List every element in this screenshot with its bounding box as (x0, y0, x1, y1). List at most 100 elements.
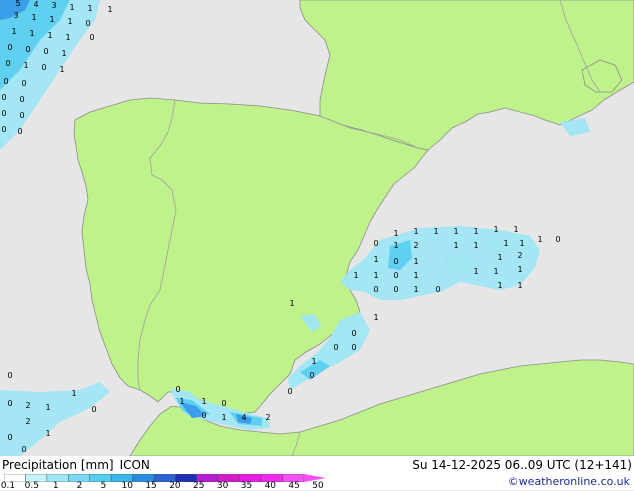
precip-value-label: 1 (311, 357, 316, 366)
precip-value-label: 3 (13, 11, 18, 20)
legend-title: Precipitation [mm] ICON (2, 458, 156, 472)
precip-value-label: 1 (393, 229, 398, 238)
valid-time: Su 14-12-2025 06..09 UTC (12+141) (412, 458, 632, 472)
precip-value-label: 0 (89, 33, 94, 42)
precipitation-map: 5431110311101111000101010000000011111111… (0, 0, 634, 456)
legend-label: Precipitation [mm] (2, 458, 114, 472)
precip-value-label: 0 (7, 43, 12, 52)
precip-value-label: 1 (69, 3, 74, 12)
precip-value-label: 0 (221, 399, 226, 408)
precip-value-label: 0 (21, 79, 26, 88)
precip-value-label: 1 (65, 33, 70, 42)
precip-value-label: 2 (517, 251, 522, 260)
precip-value-label: 1 (67, 17, 72, 26)
precip-value-label: 1 (29, 29, 34, 38)
precip-value-label: 0 (5, 59, 10, 68)
precip-value-label: 2 (265, 413, 270, 422)
precip-value-label: 5 (15, 0, 20, 8)
precip-value-label: 1 (107, 5, 112, 14)
precip-value-label: 1 (179, 397, 184, 406)
precip-value-label: 0 (1, 93, 6, 102)
precip-value-label: 1 (11, 27, 16, 36)
precip-value-label: 1 (413, 227, 418, 236)
precip-value-label: 2 (25, 417, 30, 426)
precip-value-label: 0 (85, 19, 90, 28)
precip-value-label: 1 (473, 267, 478, 276)
precip-value-label: 1 (45, 429, 50, 438)
map-canvas: 5 4 3 1 1 103 1 1 1 01 1 1 10 0 0 10 1 0 10 00 00 00 01 1 1 1 1 1 11… (0, 0, 634, 456)
precip-value-label: 1 (537, 235, 542, 244)
precip-value-label: 0 (309, 371, 314, 380)
precip-value-label: 0 (351, 343, 356, 352)
precip-value-label: 1 (353, 271, 358, 280)
precip-value-label: 1 (413, 271, 418, 280)
precip-value-label: 1 (31, 13, 36, 22)
precip-value-label: 1 (517, 265, 522, 274)
precip-value-label: 3 (51, 1, 56, 10)
precip-value-label: 1 (373, 313, 378, 322)
precip-value-label: 0 (19, 111, 24, 120)
precip-value-label: 1 (497, 281, 502, 290)
precip-value-label: 1 (59, 65, 64, 74)
precip-value-label: 1 (413, 257, 418, 266)
precip-value-label: 1 (71, 389, 76, 398)
precip-value-label: 0 (351, 329, 356, 338)
precip-value-label: 0 (287, 387, 292, 396)
precip-value-label: 1 (493, 267, 498, 276)
precip-value-label: 0 (7, 433, 12, 442)
precip-value-label: 1 (413, 285, 418, 294)
precip-value-label: 0 (91, 405, 96, 414)
credit: ©weatheronline.co.uk (507, 475, 630, 488)
precip-value-label: 1 (45, 403, 50, 412)
precip-value-label: 1 (61, 49, 66, 58)
precip-value-label: 0 (41, 63, 46, 72)
precip-value-label: 0 (25, 45, 30, 54)
model-name: ICON (119, 458, 150, 472)
precip-value-label: 0 (393, 285, 398, 294)
precip-value-label: 0 (7, 371, 12, 380)
precip-value-label: 0 (21, 445, 26, 454)
precip-value-label: 4 (241, 413, 246, 422)
precip-value-label: 1 (503, 239, 508, 248)
precip-value-label: 1 (517, 281, 522, 290)
precip-value-label: 1 (493, 225, 498, 234)
precip-value-label: 1 (433, 227, 438, 236)
precip-value-label: 0 (1, 109, 6, 118)
precip-value-label: 0 (7, 399, 12, 408)
precip-value-label: 2 (25, 401, 30, 410)
precip-value-label: 1 (473, 241, 478, 250)
precip-value-label: 0 (43, 47, 48, 56)
precip-value-label: 0 (201, 411, 206, 420)
precip-value-label: 0 (19, 95, 24, 104)
precip-value-label: 0 (17, 127, 22, 136)
precip-value-label: 0 (435, 285, 440, 294)
precip-value-label: 1 (519, 239, 524, 248)
precip-value-label: 1 (473, 227, 478, 236)
precip-value-label: 0 (393, 271, 398, 280)
precip-value-label: 1 (393, 241, 398, 250)
precip-value-label: 0 (3, 77, 8, 86)
precip-value-label: 1 (49, 15, 54, 24)
precip-value-label: 0 (333, 343, 338, 352)
legend-bar: Precipitation [mm] ICON Su 14-12-2025 06.… (0, 456, 634, 491)
precip-value-label: 4 (33, 0, 38, 9)
precip-value-label: 0 (373, 285, 378, 294)
precip-value-label: 1 (453, 227, 458, 236)
precip-value-label: 1 (221, 413, 226, 422)
precip-value-label: 2 (413, 241, 418, 250)
precip-value-label: 1 (373, 271, 378, 280)
precip-value-label: 0 (175, 385, 180, 394)
precip-value-label: 0 (393, 257, 398, 266)
precip-value-label: 1 (289, 299, 294, 308)
precip-value-label: 1 (47, 31, 52, 40)
precip-value-label: 1 (87, 4, 92, 13)
precip-value-label: 1 (23, 61, 28, 70)
precip-value-label: 1 (453, 241, 458, 250)
precip-value-label: 0 (555, 235, 560, 244)
precip-value-label: 0 (1, 125, 6, 134)
precip-value-label: 1 (373, 255, 378, 264)
precip-value-label: 1 (497, 253, 502, 262)
precip-value-label: 0 (373, 239, 378, 248)
precip-value-label: 1 (513, 225, 518, 234)
precip-value-label: 1 (201, 397, 206, 406)
